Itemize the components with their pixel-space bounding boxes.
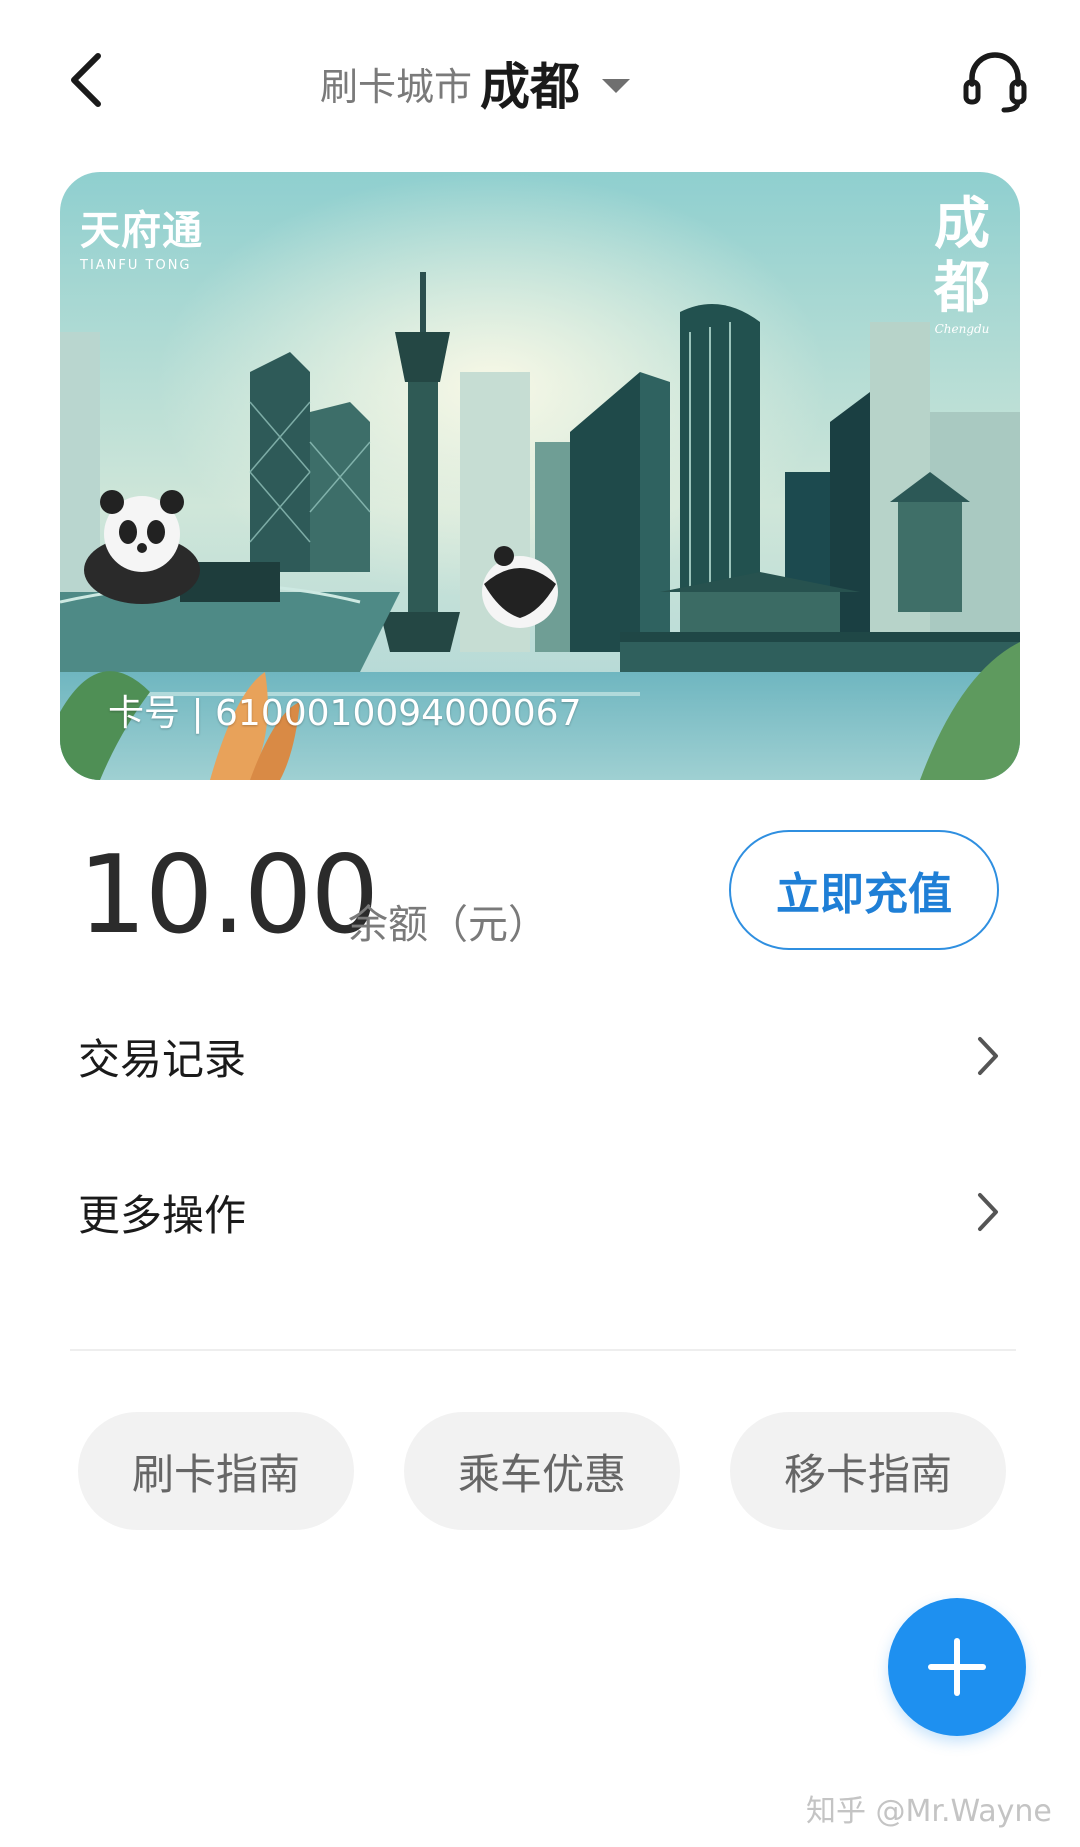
customer-service-button[interactable] bbox=[960, 46, 1030, 116]
card-city-name: 成都 bbox=[934, 191, 990, 321]
plus-icon bbox=[928, 1638, 986, 1696]
city-name: 成都 bbox=[480, 58, 581, 116]
card-city-seal: 成都 Chengdu bbox=[932, 192, 992, 336]
balance-label: 余额（元） bbox=[348, 902, 548, 948]
card-guide-button[interactable]: 刷卡指南 bbox=[78, 1412, 354, 1530]
card-city-name-en: Chengdu bbox=[934, 322, 990, 336]
menu-row-label: 更多操作 bbox=[78, 1190, 247, 1240]
menu-row-transactions[interactable]: 交易记录 bbox=[78, 1006, 1008, 1106]
transit-card[interactable]: 天府通 TIANFU TONG 成都 Chengdu 卡号 | 61000100… bbox=[60, 172, 1020, 780]
card-transfer-guide-button[interactable]: 移卡指南 bbox=[730, 1412, 1006, 1530]
chevron-right-icon bbox=[978, 1037, 998, 1075]
brand-name-en: TIANFU TONG bbox=[80, 258, 192, 273]
brand-name-cn: 天府通 bbox=[80, 208, 203, 254]
balance-amount: 10.00 bbox=[78, 833, 379, 958]
city-selector-label: 刷卡城市 bbox=[320, 64, 473, 109]
card-number: 卡号 | 6100010094000067 bbox=[108, 693, 582, 734]
city-selector[interactable]: 刷卡城市 成都 bbox=[320, 48, 631, 118]
headset-icon bbox=[963, 52, 1027, 113]
watermark: 知乎 @Mr.Wayne bbox=[806, 1794, 1052, 1829]
menu-row-label: 交易记录 bbox=[78, 1034, 247, 1084]
ride-discount-button[interactable]: 乘车优惠 bbox=[404, 1412, 680, 1530]
back-chevron-icon bbox=[71, 53, 101, 107]
section-divider bbox=[70, 1349, 1016, 1351]
caret-down-icon bbox=[602, 79, 631, 93]
top-bar: 刷卡城市 成都 bbox=[0, 0, 1080, 170]
add-card-button[interactable] bbox=[888, 1598, 1026, 1736]
chevron-right-icon bbox=[978, 1193, 998, 1231]
recharge-button[interactable]: 立即充值 bbox=[729, 830, 999, 950]
back-button[interactable] bbox=[60, 48, 120, 112]
card-brand-logo: 天府通 TIANFU TONG bbox=[80, 198, 203, 273]
menu-row-more-actions[interactable]: 更多操作 bbox=[78, 1162, 1008, 1262]
